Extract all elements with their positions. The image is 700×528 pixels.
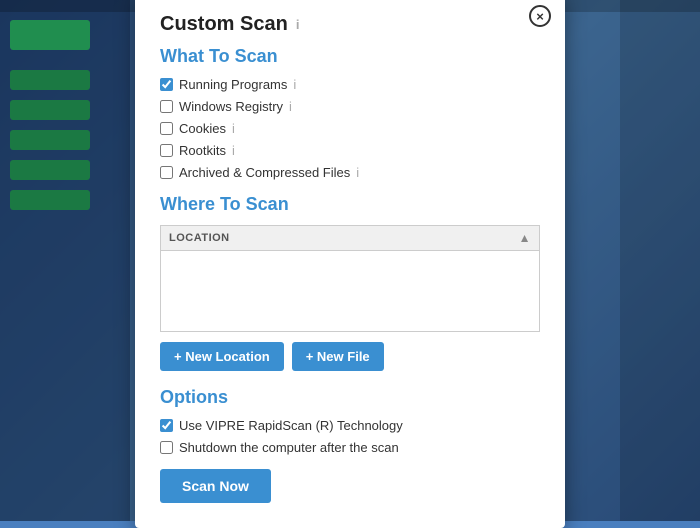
- label-rapidscan: Use VIPRE RapidScan (R) Technology: [179, 418, 403, 433]
- checkbox-row-windows-registry: Windows Registry i: [160, 99, 540, 114]
- checkbox-row-shutdown: Shutdown the computer after the scan: [160, 440, 540, 455]
- close-button[interactable]: ×: [529, 5, 551, 27]
- checkbox-archived-files[interactable]: [160, 166, 173, 179]
- new-file-button[interactable]: + New File: [292, 342, 384, 371]
- label-cookies: Cookies: [179, 121, 226, 136]
- custom-scan-modal: × Custom Scan i What To Scan Running Pro…: [135, 0, 565, 528]
- label-rootkits: Rootkits: [179, 143, 226, 158]
- info-rootkits-icon[interactable]: i: [232, 143, 235, 158]
- where-to-scan-heading: Where To Scan: [160, 194, 540, 215]
- label-shutdown: Shutdown the computer after the scan: [179, 440, 399, 455]
- scan-now-button[interactable]: Scan Now: [160, 469, 271, 503]
- what-to-scan-heading: What To Scan: [160, 46, 540, 67]
- modal-title-info-icon[interactable]: i: [296, 17, 300, 32]
- location-table-body: [161, 251, 539, 331]
- info-running-programs-icon[interactable]: i: [293, 77, 296, 92]
- checkbox-rootkits[interactable]: [160, 144, 173, 157]
- info-archived-files-icon[interactable]: i: [356, 165, 359, 180]
- checkbox-row-archived-files: Archived & Compressed Files i: [160, 165, 540, 180]
- checkbox-running-programs[interactable]: [160, 78, 173, 91]
- checkbox-rapidscan[interactable]: [160, 419, 173, 432]
- checkbox-row-rapidsan: Use VIPRE RapidScan (R) Technology: [160, 418, 540, 433]
- location-column-label: LOCATION: [169, 232, 230, 244]
- options-section: Options Use VIPRE RapidScan (R) Technolo…: [160, 387, 540, 503]
- checkbox-cookies[interactable]: [160, 122, 173, 135]
- info-cookies-icon[interactable]: i: [232, 121, 235, 136]
- label-running-programs: Running Programs: [179, 77, 287, 92]
- label-windows-registry: Windows Registry: [179, 99, 283, 114]
- checkbox-windows-registry[interactable]: [160, 100, 173, 113]
- modal-backdrop: × Custom Scan i What To Scan Running Pro…: [0, 0, 700, 521]
- modal-title-text: Custom Scan: [160, 13, 288, 36]
- checkbox-row-rootkits: Rootkits i: [160, 143, 540, 158]
- what-to-scan-section: What To Scan Running Programs i Windows …: [160, 46, 540, 180]
- location-buttons: + New Location + New File: [160, 342, 540, 371]
- checkbox-row-cookies: Cookies i: [160, 121, 540, 136]
- where-to-scan-section: Where To Scan LOCATION ▲ + New Location …: [160, 194, 540, 371]
- label-archived-files: Archived & Compressed Files: [179, 165, 350, 180]
- location-table-header: LOCATION ▲: [161, 226, 539, 251]
- checkbox-shutdown[interactable]: [160, 441, 173, 454]
- modal-title-row: Custom Scan i: [160, 13, 540, 36]
- checkbox-row-running-programs: Running Programs i: [160, 77, 540, 92]
- sort-icon[interactable]: ▲: [519, 231, 531, 245]
- info-windows-registry-icon[interactable]: i: [289, 99, 292, 114]
- new-location-button[interactable]: + New Location: [160, 342, 284, 371]
- options-heading: Options: [160, 387, 540, 408]
- location-table: LOCATION ▲: [160, 225, 540, 332]
